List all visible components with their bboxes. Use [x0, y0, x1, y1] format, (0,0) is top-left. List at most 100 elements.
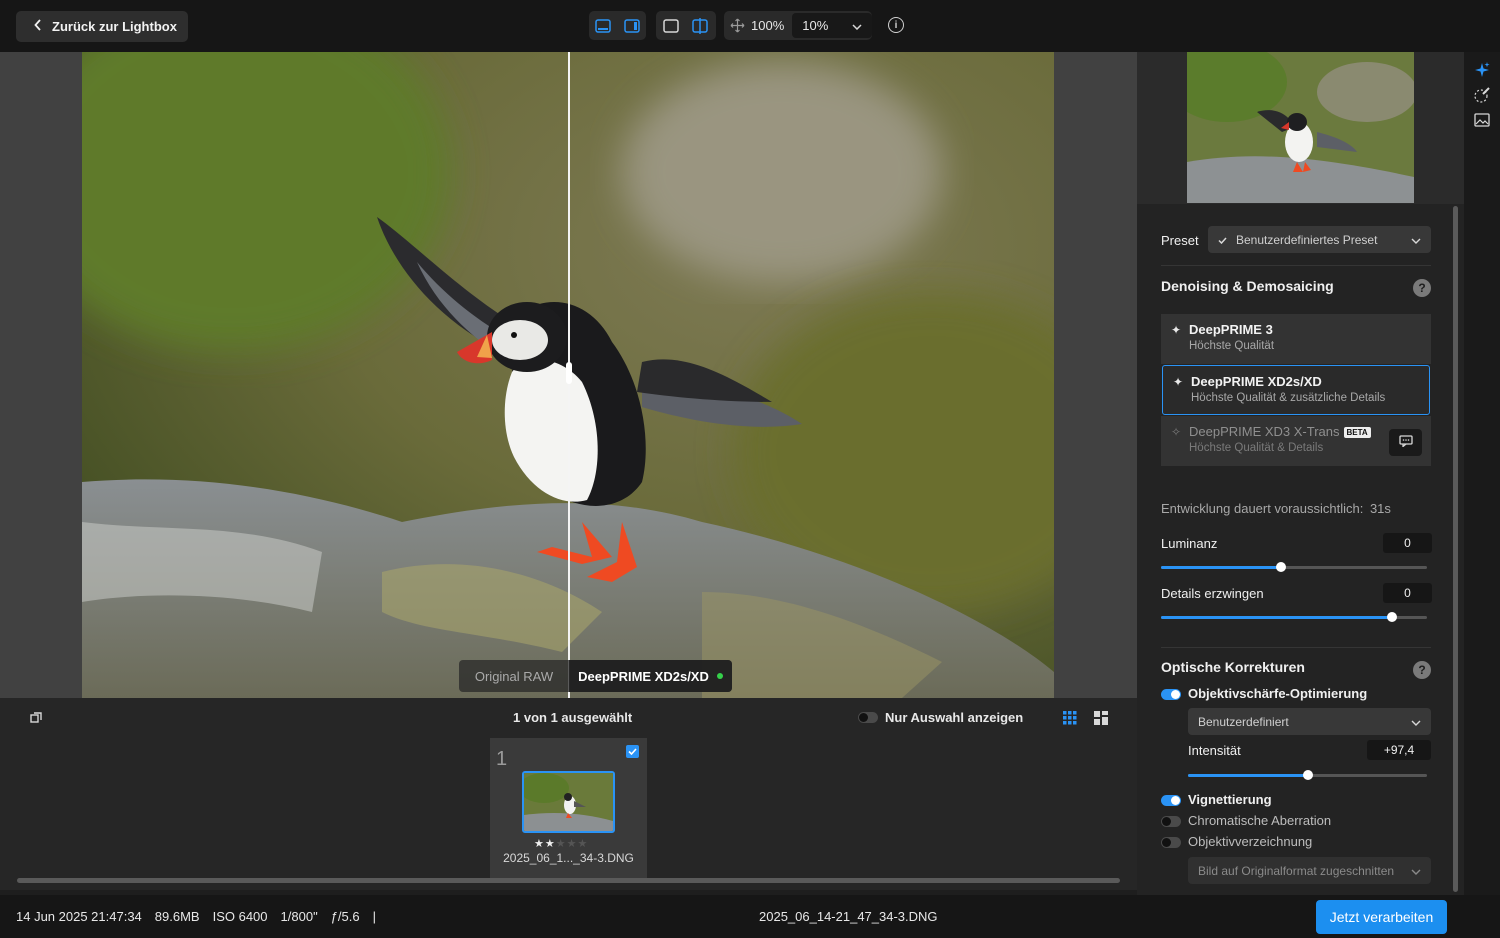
navigator-image[interactable]	[1187, 52, 1414, 203]
zoom-100-button[interactable]: 100%	[751, 18, 788, 33]
option-deepprime-xd3[interactable]: ✧ DeepPRIME XD3 X-Trans BETA Höchste Qual…	[1161, 416, 1431, 466]
divider	[1161, 647, 1431, 648]
layout-bottom-panel-icon[interactable]	[589, 11, 618, 40]
aperture: ƒ/5.6	[330, 909, 360, 924]
beta-badge: BETA	[1343, 427, 1371, 439]
exif-info: 14 Jun 2025 21:47:34 89.6MB ISO 6400 1/8…	[16, 909, 376, 924]
panel-scrollbar[interactable]	[1453, 206, 1458, 892]
detach-window-icon[interactable]	[30, 712, 42, 727]
star-icon[interactable]: ★	[545, 838, 556, 850]
chevron-down-icon	[1411, 864, 1421, 878]
show-selection-toggle[interactable]	[858, 712, 878, 723]
slider-fill	[1161, 566, 1281, 569]
option-deepprime-3[interactable]: ✦ DeepPRIME 3 Höchste Qualität	[1161, 314, 1431, 364]
star-icon[interactable]: ★	[567, 838, 578, 850]
back-label: Zurück zur Lightbox	[52, 19, 177, 34]
sharpness-toggle[interactable]	[1161, 689, 1181, 700]
details-slider[interactable]	[1161, 612, 1427, 622]
compare-split-handle[interactable]	[566, 362, 572, 384]
compare-label-processed: DeepPRIME XD2s/XD	[569, 660, 732, 692]
info-icon[interactable]: i	[888, 17, 904, 33]
filmstrip-header: 1 von 1 ausgewählt Nur Auswahl anzeigen	[0, 698, 1137, 738]
thumbnail-image[interactable]	[522, 771, 615, 833]
sparkle-icon: ✦	[1171, 323, 1182, 337]
shutter-speed: 1/800"	[280, 909, 318, 924]
help-icon[interactable]: ?	[1413, 279, 1431, 297]
layout-side-panel-icon[interactable]	[618, 11, 647, 40]
split-compare-icon[interactable]	[685, 11, 714, 40]
preset-select[interactable]: Benutzerdefiniertes Preset	[1208, 226, 1431, 253]
back-to-lightbox-button[interactable]: Zurück zur Lightbox	[16, 11, 188, 42]
slider-knob[interactable]	[1275, 562, 1286, 572]
message-icon	[1398, 435, 1413, 450]
thumbnail-index: 1	[496, 748, 508, 770]
process-now-button[interactable]: Jetzt verarbeiten	[1316, 900, 1447, 934]
luminance-value-input[interactable]: 0	[1383, 533, 1432, 553]
crop-select[interactable]: Bild auf Originalformat zugeschnitten	[1188, 857, 1431, 884]
distortion-toggle[interactable]	[1161, 837, 1181, 848]
intensity-slider[interactable]	[1188, 770, 1427, 780]
intensity-label: Intensität	[1188, 743, 1241, 758]
vignette-toggle[interactable]	[1161, 795, 1181, 806]
status-bar: 14 Jun 2025 21:47:34 89.6MB ISO 6400 1/8…	[0, 895, 1500, 938]
distortion-label: Objektivverzeichnung	[1188, 834, 1313, 849]
filmstrip: 1 von 1 ausgewählt Nur Auswahl anzeigen …	[0, 698, 1137, 890]
denoise-section-title: Denoising & Demosaicing	[1161, 278, 1334, 294]
navigator-preview	[1137, 52, 1464, 204]
help-icon[interactable]: ?	[1413, 661, 1431, 679]
retouch-brush-icon[interactable]	[1470, 83, 1494, 107]
filmstrip-scrollbar[interactable]	[17, 878, 1120, 883]
single-view-icon[interactable]	[656, 11, 685, 40]
compare-labels: Original RAW DeepPRIME XD2s/XD	[459, 660, 732, 692]
thumbnail-rating[interactable]: ★★★★★	[534, 837, 588, 850]
ai-denoise-tool-icon[interactable]	[1470, 58, 1494, 82]
dev-time-value: 31s	[1369, 501, 1391, 516]
luminance-slider[interactable]	[1161, 562, 1427, 572]
current-filename: 2025_06_14-21_47_34-3.DNG	[759, 909, 938, 924]
compare-label-processed-text: DeepPRIME XD2s/XD	[578, 668, 709, 684]
preset-label: Preset	[1161, 233, 1199, 248]
sparkle-icon: ✦	[1173, 375, 1184, 389]
thumbnail-checkbox[interactable]	[626, 745, 639, 758]
sharpness-label: Objektivschärfe-Optimierung	[1188, 686, 1368, 701]
chromatic-toggle[interactable]	[1161, 816, 1181, 827]
star-icon[interactable]: ★	[534, 838, 545, 850]
intensity-value-input[interactable]: +97,4	[1367, 740, 1431, 760]
chevron-down-icon	[1411, 233, 1421, 247]
slider-fill	[1161, 616, 1393, 619]
settings-panel: Preset Benutzerdefiniertes Preset Denois…	[1137, 52, 1464, 895]
chevron-left-icon	[34, 19, 42, 34]
grid-view-icon[interactable]	[1063, 711, 1077, 728]
optical-section-title: Optische Korrekturen	[1161, 659, 1305, 675]
sparkle-icon: ✧	[1171, 425, 1182, 439]
sharpness-mode-value: Benutzerdefiniert	[1198, 714, 1289, 729]
filmstrip-thumbnail[interactable]: 1 ★★★★★ 2025_06_1..._34-3.DNG	[490, 738, 647, 878]
details-value-input[interactable]: 0	[1383, 583, 1432, 603]
divider	[1161, 265, 1431, 266]
star-icon[interactable]: ★	[556, 838, 567, 850]
feedback-button[interactable]	[1389, 429, 1422, 456]
zoom-select[interactable]: 10%	[792, 13, 872, 38]
sharpness-mode-select[interactable]: Benutzerdefiniert	[1188, 708, 1431, 735]
option-deepprime-xd2s[interactable]: ✦ DeepPRIME XD2s/XD Höchste Qualität & z…	[1162, 365, 1430, 415]
option-subtitle: Höchste Qualität & zusätzliche Details	[1191, 392, 1386, 404]
chromatic-label: Chromatische Aberration	[1188, 813, 1332, 828]
slider-knob[interactable]	[1302, 770, 1313, 780]
slider-knob[interactable]	[1387, 612, 1398, 622]
compare-label-original: Original RAW	[474, 668, 554, 684]
preset-value: Benutzerdefiniertes Preset	[1236, 232, 1378, 247]
star-icon[interactable]: ★	[578, 838, 589, 850]
option-title: DeepPRIME XD3 X-Trans	[1189, 424, 1340, 439]
option-title: DeepPRIME 3	[1189, 322, 1273, 337]
thumbnail-filename: 2025_06_1..._34-3.DNG	[503, 851, 634, 865]
zoom-group: 100% 10%	[724, 11, 872, 40]
mosaic-view-icon[interactable]	[1094, 711, 1108, 728]
tool-strip	[1464, 52, 1500, 895]
separator: |	[372, 909, 376, 924]
move-icon[interactable]	[730, 18, 745, 33]
image-adjust-icon[interactable]	[1470, 108, 1494, 132]
view-mode-group	[656, 11, 716, 40]
option-title: DeepPRIME XD2s/XD	[1191, 374, 1322, 389]
slider-fill	[1188, 774, 1308, 777]
file-size: 89.6MB	[154, 909, 200, 924]
